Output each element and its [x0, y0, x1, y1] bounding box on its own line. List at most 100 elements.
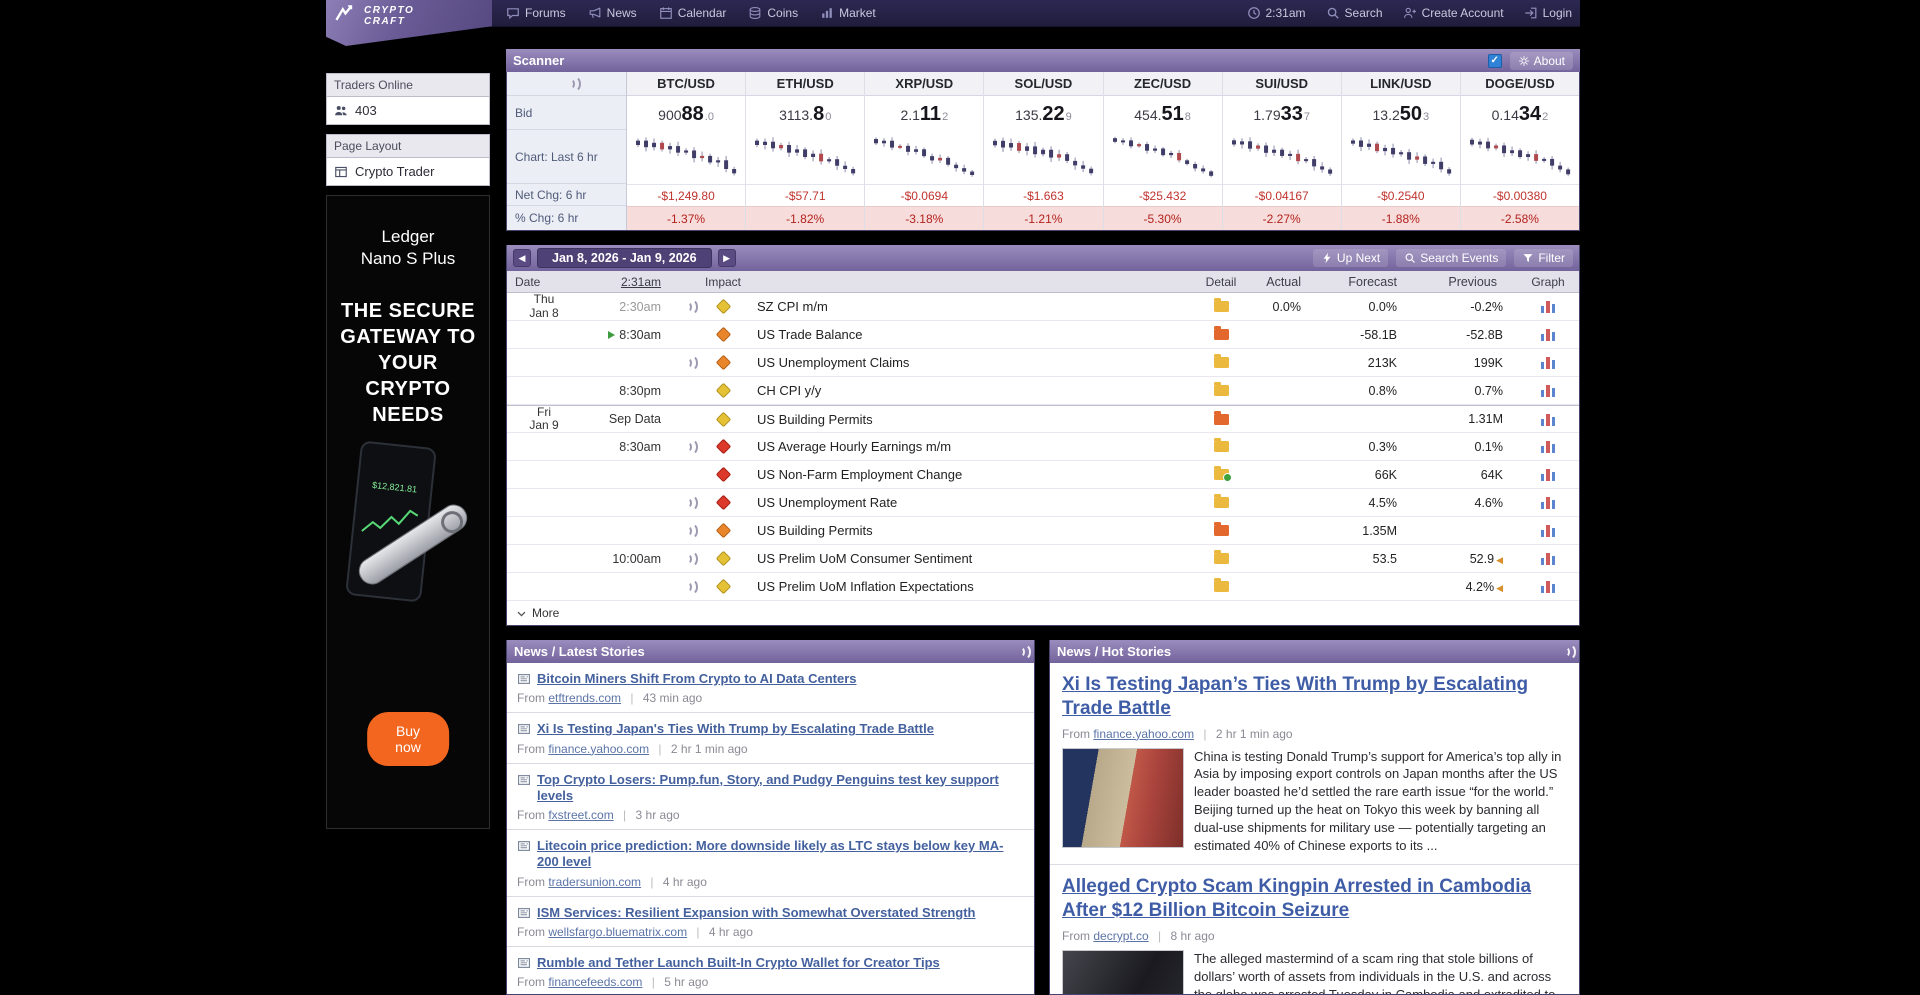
detail-column-header: Detail [1199, 275, 1243, 289]
folder-icon[interactable] [1214, 581, 1229, 592]
event-name[interactable]: CH CPI y/y [745, 383, 1199, 398]
impact-icon [715, 299, 731, 315]
news-source-link[interactable]: financefeeds.com [548, 975, 642, 989]
story-thumbnail[interactable] [1062, 748, 1184, 848]
story-thumbnail[interactable] [1062, 950, 1184, 995]
site-logo[interactable]: CRYPTOCRAFT [326, 0, 492, 46]
pair-symbol[interactable]: SOL/USD [984, 72, 1102, 96]
news-source-link[interactable]: finance.yahoo.com [548, 742, 649, 756]
event-name[interactable]: US Prelim UoM Inflation Expectations [745, 579, 1199, 594]
nav-coins[interactable]: Coins [748, 6, 798, 20]
folder-icon[interactable] [1214, 497, 1229, 508]
calendar-event-row: ThuJan 8 2:30am [507, 293, 1579, 321]
news-source-link[interactable]: wellsfargo.bluematrix.com [548, 925, 687, 939]
nav-news[interactable]: News [588, 6, 637, 20]
event-name[interactable]: US Building Permits [745, 523, 1199, 538]
news-audio-icon[interactable] [1014, 645, 1027, 659]
hot-story-source-link[interactable]: finance.yahoo.com [1093, 727, 1194, 741]
graph-icon[interactable] [1541, 552, 1556, 565]
sidebar: Traders Online 403 Page Layout Crypto Tr… [326, 73, 490, 995]
login-button[interactable]: Login [1524, 6, 1572, 20]
pair-symbol[interactable]: BTC/USD [627, 72, 745, 96]
hot-story-link[interactable]: Alleged Crypto Scam Kingpin Arrested in … [1062, 876, 1531, 921]
graph-icon[interactable] [1541, 468, 1556, 481]
news-item-link[interactable]: Litecoin price prediction: More downside… [537, 838, 1024, 871]
pair-symbol[interactable]: XRP/USD [865, 72, 983, 96]
news-source-link[interactable]: etftrends.com [548, 691, 621, 705]
search-events-button[interactable]: Search Events [1396, 249, 1506, 267]
calendar-time-header-link[interactable]: 2:31am [621, 275, 661, 289]
news-item-link[interactable]: Rumble and Tether Launch Built-In Crypto… [537, 955, 940, 971]
buy-now-button[interactable]: Buy now [367, 712, 449, 766]
graph-icon[interactable] [1541, 524, 1556, 537]
graph-icon[interactable] [1541, 356, 1556, 369]
graph-icon[interactable] [1541, 328, 1556, 341]
event-name[interactable]: SZ CPI m/m [745, 299, 1199, 314]
event-name[interactable]: US Trade Balance [745, 327, 1199, 342]
event-sound-cell [673, 300, 701, 314]
calendar-more-button[interactable]: More [507, 601, 1579, 625]
folder-icon[interactable] [1214, 525, 1229, 536]
search-button[interactable]: Search [1326, 6, 1383, 20]
news-source-link[interactable]: tradersunion.com [548, 875, 641, 889]
event-name[interactable]: US Building Permits [745, 412, 1199, 427]
event-name[interactable]: US Average Hourly Earnings m/m [745, 439, 1199, 454]
hot-story-link[interactable]: Xi Is Testing Japan’s Ties With Trump by… [1062, 674, 1528, 719]
nav-calendar[interactable]: Calendar [659, 6, 727, 20]
hot-story-age: 2 hr 1 min ago [1216, 727, 1293, 741]
next-day-button[interactable] [718, 249, 736, 267]
event-impact-cell [701, 385, 745, 396]
news-list-item: Rumble and Tether Launch Built-In Crypto… [507, 947, 1034, 995]
calendar-event-row: 8:30am US Trade Balance [507, 321, 1579, 349]
create-account-button[interactable]: Create Account [1403, 6, 1504, 20]
folder-icon[interactable] [1214, 385, 1229, 396]
traders-online-box[interactable]: 403 [326, 96, 490, 125]
graph-icon[interactable] [1541, 580, 1556, 593]
pair-symbol[interactable]: DOGE/USD [1461, 72, 1579, 96]
revision-marker-icon [1496, 555, 1503, 565]
folder-icon[interactable] [1214, 469, 1229, 480]
folder-icon[interactable] [1214, 329, 1229, 340]
graph-icon[interactable] [1541, 384, 1556, 397]
ledger-advertisement[interactable]: LedgerNano S Plus THE SECURE GATEWAY TO … [326, 195, 490, 829]
previous-day-button[interactable] [513, 249, 531, 267]
news-item-link[interactable]: Xi Is Testing Japan's Ties With Trump by… [537, 721, 934, 737]
pair-symbol[interactable]: ETH/USD [746, 72, 864, 96]
event-time: 8:30am [581, 328, 673, 342]
news-source-link[interactable]: fxstreet.com [548, 808, 613, 822]
news-audio-icon[interactable] [1559, 645, 1572, 659]
folder-icon[interactable] [1214, 357, 1229, 368]
event-date [507, 356, 581, 369]
nav-forums[interactable]: Forums [506, 6, 566, 20]
audio-alerts-icon [564, 77, 577, 91]
event-name[interactable]: US Unemployment Rate [745, 495, 1199, 510]
graph-icon[interactable] [1541, 440, 1556, 453]
folder-icon[interactable] [1214, 441, 1229, 452]
up-next-button[interactable]: Up Next [1313, 249, 1388, 267]
event-name[interactable]: US Unemployment Claims [745, 355, 1199, 370]
folder-icon[interactable] [1214, 553, 1229, 564]
news-item-link[interactable]: Top Crypto Losers: Pump.fun, Story, and … [537, 772, 1024, 805]
event-name[interactable]: US Prelim UoM Consumer Sentiment [745, 551, 1199, 566]
news-item-link[interactable]: ISM Services: Resilient Expansion with S… [537, 905, 976, 921]
nav-market[interactable]: Market [820, 6, 876, 20]
folder-icon[interactable] [1214, 301, 1229, 312]
impact-icon [715, 551, 731, 567]
pair-symbol[interactable]: ZEC/USD [1104, 72, 1222, 96]
news-item-link[interactable]: Bitcoin Miners Shift From Crypto to AI D… [537, 671, 857, 687]
event-detail-cell [1199, 525, 1243, 536]
event-name[interactable]: US Non-Farm Employment Change [745, 467, 1199, 482]
pair-bid-price: 1.79337 [1223, 96, 1341, 130]
pair-symbol[interactable]: LINK/USD [1342, 72, 1460, 96]
folder-icon[interactable] [1214, 414, 1229, 425]
scanner-about-button[interactable]: About [1510, 52, 1573, 70]
newspaper-icon [517, 839, 531, 853]
hot-story-source-link[interactable]: decrypt.co [1093, 929, 1148, 943]
graph-icon[interactable] [1541, 496, 1556, 509]
page-layout-selector[interactable]: Crypto Trader [326, 157, 490, 186]
pair-symbol[interactable]: SUI/USD [1223, 72, 1341, 96]
scanner-enabled-checkbox[interactable] [1488, 54, 1502, 68]
graph-icon[interactable] [1541, 413, 1556, 426]
filter-button[interactable]: Filter [1514, 249, 1573, 267]
graph-icon[interactable] [1541, 300, 1556, 313]
